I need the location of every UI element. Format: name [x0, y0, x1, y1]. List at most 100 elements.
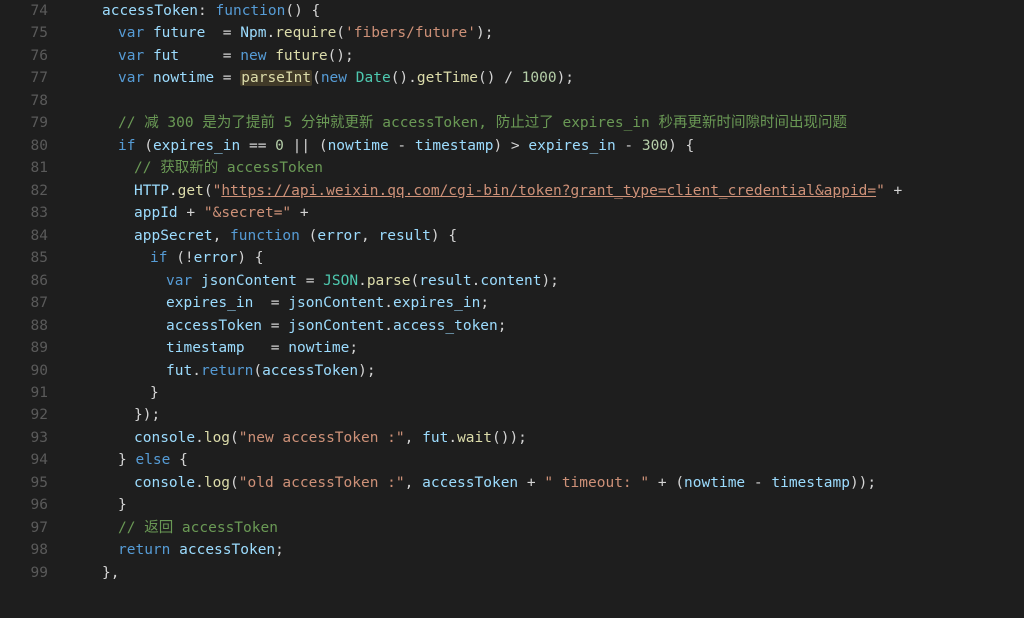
code-content[interactable]: console.log("new accessToken :", fut.wai…: [70, 427, 1024, 449]
code-content[interactable]: if (expires_in == 0 || (nowtime - timest…: [70, 135, 1024, 157]
code-content[interactable]: var jsonContent = JSON.parse(result.cont…: [70, 270, 1024, 292]
code-editor[interactable]: 74accessToken: function() {75var future …: [0, 0, 1024, 618]
token-op: });: [134, 407, 160, 423]
token-op: =: [262, 318, 288, 334]
code-content[interactable]: return accessToken;: [70, 539, 1024, 561]
code-content[interactable]: }: [70, 382, 1024, 404]
token-op: (: [312, 70, 321, 86]
code-content[interactable]: accessToken = jsonContent.access_token;: [70, 315, 1024, 337]
code-content[interactable]: // 返回 accessToken: [70, 517, 1024, 539]
token-op: ,: [213, 228, 230, 244]
line-number: 78: [0, 90, 70, 112]
line-number: 97: [0, 517, 70, 539]
code-line[interactable]: 93console.log("new accessToken :", fut.w…: [0, 427, 1024, 449]
token-prop: HTTP: [134, 183, 169, 199]
code-line[interactable]: 81// 获取新的 accessToken: [0, 157, 1024, 179]
token-str: " timeout: ": [544, 475, 649, 491]
code-content[interactable]: }: [70, 494, 1024, 516]
token-prop: content: [480, 273, 541, 289]
code-content[interactable]: fut.return(accessToken);: [70, 360, 1024, 382]
token-op: {: [170, 452, 187, 468]
token-op: ;: [498, 318, 507, 334]
token-op: +: [291, 205, 308, 221]
code-line[interactable]: 75var future = Npm.require('fibers/futur…: [0, 22, 1024, 44]
code-line[interactable]: 83appId + "&secret=" +: [0, 202, 1024, 224]
token-str: ": [876, 183, 885, 199]
code-content[interactable]: expires_in = jsonContent.expires_in;: [70, 292, 1024, 314]
code-line[interactable]: 98return accessToken;: [0, 539, 1024, 561]
code-content[interactable]: timestamp = nowtime;: [70, 337, 1024, 359]
token-prop: access_token: [393, 318, 498, 334]
code-line[interactable]: 84appSecret, function (error, result) {: [0, 225, 1024, 247]
code-line[interactable]: 78: [0, 90, 1024, 112]
code-content[interactable]: if (!error) {: [70, 247, 1024, 269]
code-line[interactable]: 88accessToken = jsonContent.access_token…: [0, 315, 1024, 337]
code-line[interactable]: 91}: [0, 382, 1024, 404]
code-content[interactable]: accessToken: function() {: [70, 0, 1024, 22]
code-content[interactable]: var fut = new future();: [70, 45, 1024, 67]
code-content[interactable]: console.log("old accessToken :", accessT…: [70, 472, 1024, 494]
code-content[interactable]: // 获取新的 accessToken: [70, 157, 1024, 179]
token-op: ));: [850, 475, 876, 491]
code-content[interactable]: HTTP.get("https://api.weixin.qq.com/cgi-…: [70, 180, 1024, 202]
code-content[interactable]: var future = Npm.require('fibers/future'…: [70, 22, 1024, 44]
token-op: .: [169, 183, 178, 199]
code-line[interactable]: 94} else {: [0, 449, 1024, 471]
code-line[interactable]: 96}: [0, 494, 1024, 516]
line-number: 91: [0, 382, 70, 404]
code-line[interactable]: 80if (expires_in == 0 || (nowtime - time…: [0, 135, 1024, 157]
token-op: .: [192, 363, 201, 379]
token-num: 300: [642, 138, 668, 154]
code-line[interactable]: 97 // 返回 accessToken: [0, 517, 1024, 539]
token-url: https://api.weixin.qq.com/cgi-bin/token?…: [221, 183, 876, 199]
code-line[interactable]: 87expires_in = jsonContent.expires_in;: [0, 292, 1024, 314]
code-line[interactable]: 95console.log("old accessToken :", acces…: [0, 472, 1024, 494]
token-op: [170, 542, 179, 558]
code-line[interactable]: 90fut.return(accessToken);: [0, 360, 1024, 382]
token-prop: timestamp: [771, 475, 850, 491]
code-line[interactable]: 79// 减 300 是为了提前 5 分钟就更新 accessToken, 防止…: [0, 112, 1024, 134]
token-op: ;: [349, 340, 358, 356]
code-content[interactable]: },: [70, 562, 1024, 584]
token-cmt: // 返回 accessToken: [118, 520, 278, 536]
token-op: (: [204, 183, 213, 199]
code-content[interactable]: } else {: [70, 449, 1024, 471]
code-content[interactable]: // 减 300 是为了提前 5 分钟就更新 accessToken, 防止过了…: [70, 112, 1024, 134]
token-op: +: [885, 183, 902, 199]
line-number: 82: [0, 180, 70, 202]
token-op: [192, 273, 201, 289]
token-prop: jsonContent: [288, 295, 384, 311]
token-prop: fut: [166, 363, 192, 379]
code-content[interactable]: appId + "&secret=" +: [70, 202, 1024, 224]
token-k: function: [230, 228, 300, 244]
token-prop: result: [378, 228, 430, 244]
code-line[interactable]: 82HTTP.get("https://api.weixin.qq.com/cg…: [0, 180, 1024, 202]
token-op: ) {: [431, 228, 457, 244]
line-number: 86: [0, 270, 70, 292]
code-line[interactable]: 74accessToken: function() {: [0, 0, 1024, 22]
line-number: 90: [0, 360, 70, 382]
line-number: 98: [0, 539, 70, 561]
line-number: 83: [0, 202, 70, 224]
code-content[interactable]: var nowtime = parseInt(new Date().getTim…: [70, 67, 1024, 89]
code-line[interactable]: 85if (!error) {: [0, 247, 1024, 269]
code-line[interactable]: 89timestamp = nowtime;: [0, 337, 1024, 359]
line-number: 96: [0, 494, 70, 516]
token-k: var: [118, 70, 144, 86]
code-line[interactable]: 76var fut = new future();: [0, 45, 1024, 67]
token-op: =: [245, 340, 289, 356]
code-line[interactable]: 92});: [0, 404, 1024, 426]
code-content[interactable]: });: [70, 404, 1024, 426]
token-op: .: [266, 25, 275, 41]
code-line[interactable]: 86var jsonContent = JSON.parse(result.co…: [0, 270, 1024, 292]
token-fn: log: [204, 475, 230, 491]
code-content[interactable]: appSecret, function (error, result) {: [70, 225, 1024, 247]
token-op: );: [476, 25, 493, 41]
token-op: +: [178, 205, 204, 221]
token-op: }: [118, 452, 135, 468]
code-line[interactable]: 77var nowtime = parseInt(new Date().getT…: [0, 67, 1024, 89]
code-line[interactable]: 99},: [0, 562, 1024, 584]
token-fn: future: [275, 48, 327, 64]
token-op: .: [384, 318, 393, 334]
token-op: :: [198, 3, 215, 19]
